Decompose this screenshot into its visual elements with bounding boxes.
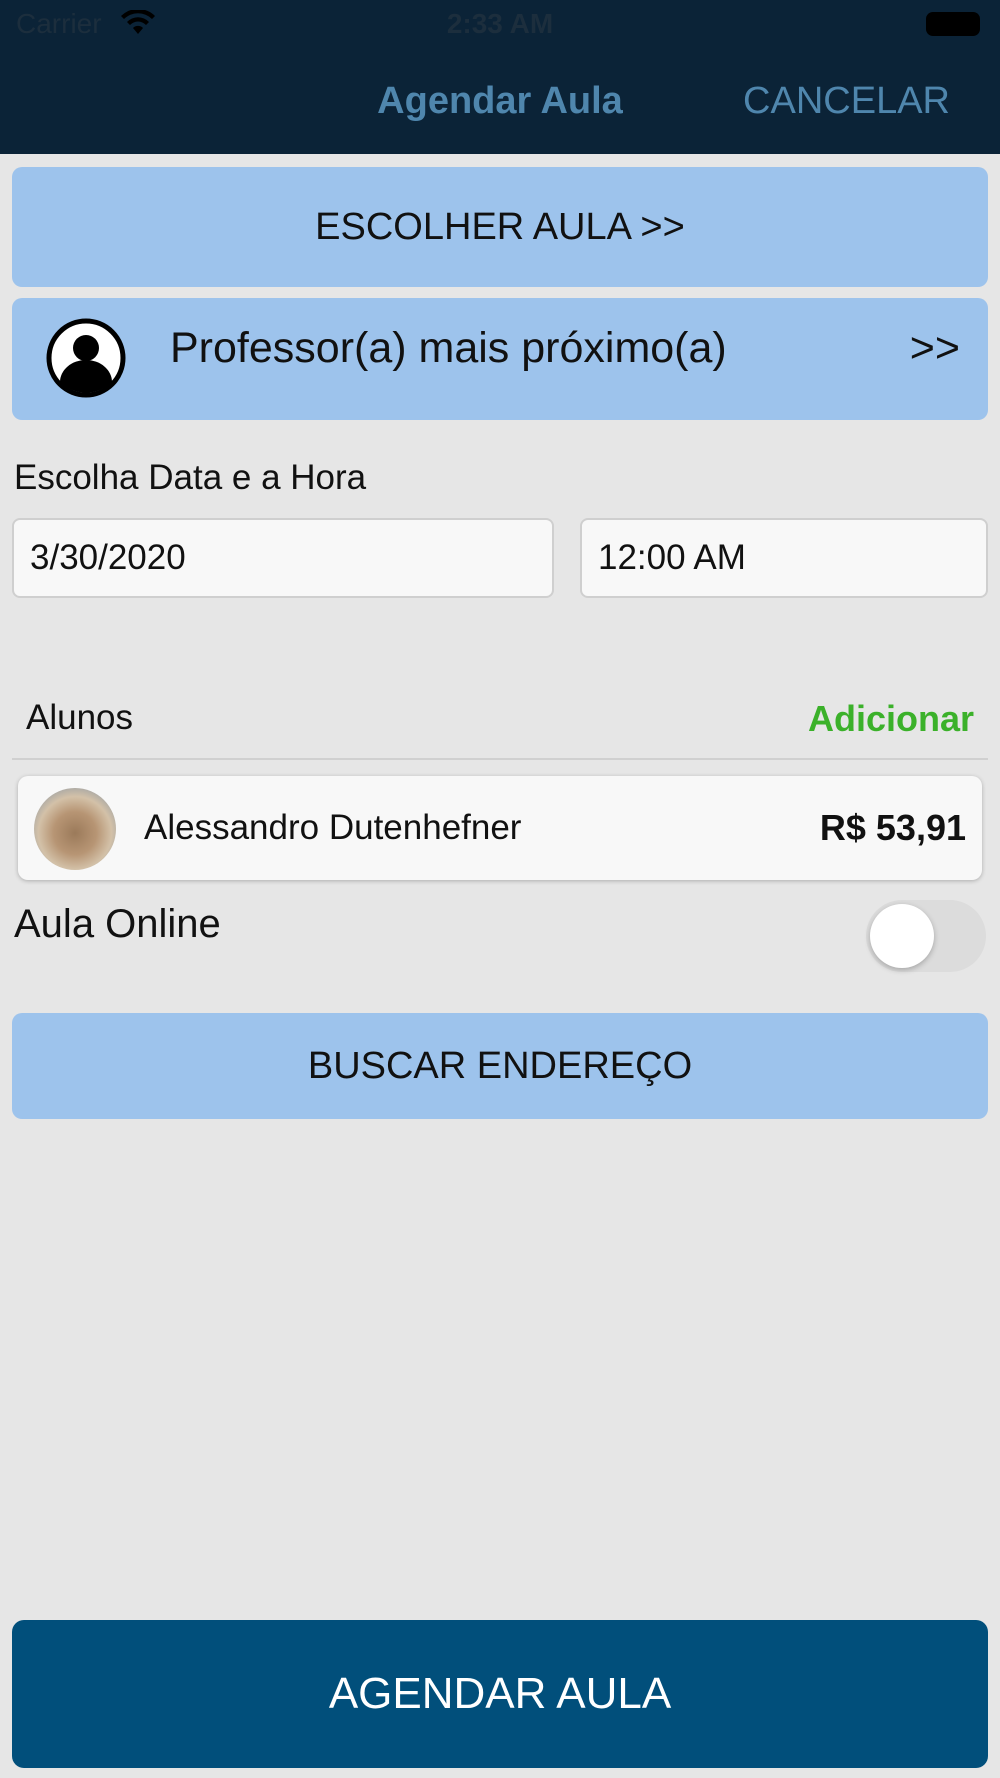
status-time: 2:33 AM	[446, 8, 554, 39]
avatar	[34, 788, 116, 870]
students-label: Alunos	[26, 698, 134, 737]
datetime-label: Escolha Data e a Hora	[14, 458, 367, 497]
nav-header: Carrier 2:33 AM Agendar Aula CANCELAR	[0, 0, 1000, 154]
online-class-toggle[interactable]	[866, 900, 986, 972]
chevron-right-icon: >>	[909, 324, 960, 372]
toggle-knob	[870, 904, 934, 968]
nearest-teacher-label: Professor(a) mais próximo(a)	[170, 324, 727, 372]
battery-icon	[926, 12, 980, 36]
online-class-label: Aula Online	[14, 902, 221, 946]
list-item[interactable]: Alessandro Dutenhefner R$ 53,91	[18, 776, 982, 880]
student-price: R$ 53,91	[819, 807, 966, 848]
time-field[interactable]: 12:00 AM	[580, 518, 988, 598]
choose-class-button[interactable]: ESCOLHER AULA >>	[12, 167, 988, 287]
person-icon	[46, 318, 126, 398]
divider	[12, 758, 988, 760]
date-field[interactable]: 3/30/2020	[12, 518, 554, 598]
schedule-class-screen: Carrier 2:33 AM Agendar Aula CANCELAR ES…	[0, 0, 1000, 1778]
nearest-teacher-button[interactable]: Professor(a) mais próximo(a) >>	[12, 298, 988, 420]
student-name: Alessandro Dutenhefner	[144, 808, 522, 847]
search-address-button[interactable]: BUSCAR ENDEREÇO	[12, 1013, 988, 1119]
page-title: Agendar Aula	[377, 80, 623, 122]
add-student-button[interactable]: Adicionar	[808, 698, 974, 740]
cancel-button[interactable]: CANCELAR	[743, 80, 950, 123]
schedule-class-button[interactable]: AGENDAR AULA	[12, 1620, 988, 1768]
